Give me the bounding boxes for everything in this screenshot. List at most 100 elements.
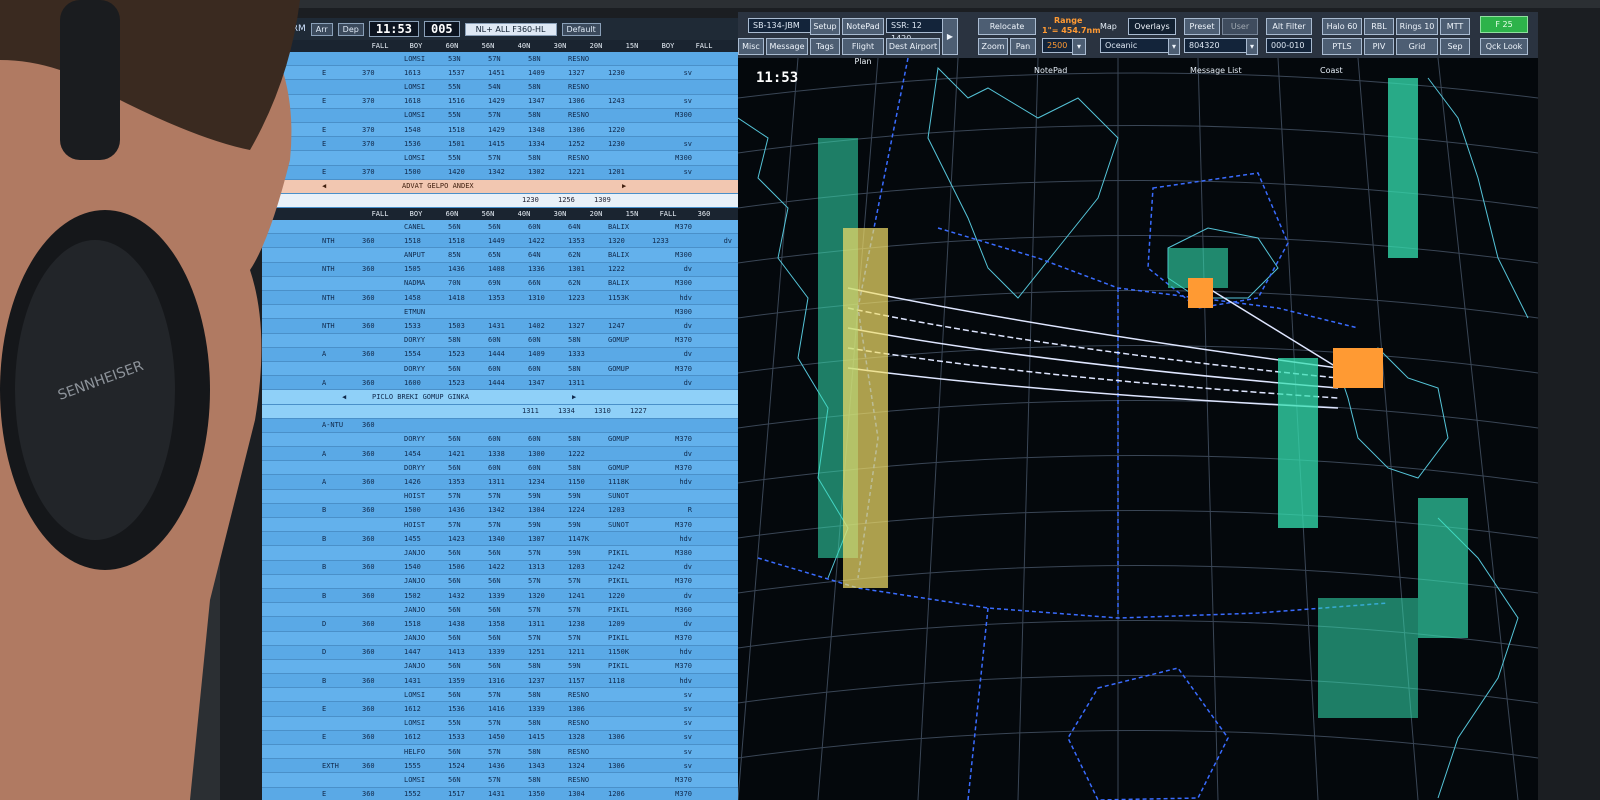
range-dropdown-icon[interactable]: ▾ (1072, 38, 1086, 55)
flight-strip-row[interactable]: B 360 1455 1423 1340 1307 1147K hdv (262, 532, 738, 547)
oceanic-map[interactable] (738, 58, 1538, 800)
flight-strip-row[interactable]: JANJO 56N 56N 57N 59N PIKIL M380 (262, 546, 738, 561)
flight-strip-row[interactable]: DORYY 56N 60N 60N 58N GOMUP M370 (262, 461, 738, 476)
piv-button[interactable]: PIV (1364, 38, 1394, 55)
flight-plan-button[interactable]: Flight Plan (842, 38, 884, 66)
expand-arrow-icon[interactable]: ▶ (942, 18, 958, 55)
tags-button[interactable]: Tags (810, 38, 840, 55)
overlays-button[interactable]: Overlays (1128, 18, 1176, 35)
strip-cell: 69N (488, 279, 501, 288)
flight-strip-row[interactable]: HELFO 56N 57N 58N RESNO sv (262, 745, 738, 760)
flight-strip-row[interactable]: A 360 1426 1353 1311 1234 1150 1118K hdv (262, 475, 738, 490)
strip-cell: 1436 (448, 265, 465, 274)
flight-strip-row[interactable]: E 360 1612 1536 1416 1339 1306 sv (262, 702, 738, 717)
flight-strip-row[interactable]: EXTH 360 1555 1524 1436 1343 1324 1306 sv (262, 759, 738, 774)
flight-strip-row[interactable]: A 360 1554 1523 1444 1409 1333 dv (262, 348, 738, 362)
zoom-button[interactable]: Zoom (978, 38, 1008, 55)
message-button[interactable]: Message (766, 38, 808, 55)
flight-strip-row[interactable]: NADMA 70N 69N 66N 62N BALIX M300 (262, 276, 738, 291)
flight-strip-row[interactable]: DORYY 58N 60N 60N 58N GOMUP M370 (262, 333, 738, 348)
flight-strip-row[interactable]: B 360 1540 1506 1422 1313 1203 1242 dv (262, 561, 738, 575)
strip-cell: 1339 (488, 648, 505, 657)
flight-strip-row[interactable]: JANJO 56N 56N 57N 57N PIKIL M370 (262, 574, 738, 589)
flight-strip-row[interactable]: JANJO 56N 56N 58N 59N PIKIL M370 (262, 659, 738, 675)
flight-strip-row[interactable]: A-NTU 360 (262, 419, 738, 433)
flight-strip-row[interactable]: CANEL 56N 56N 60N 64N BALIX M370 (262, 220, 738, 235)
grid-button[interactable]: Grid (1396, 38, 1438, 55)
flight-strip-row[interactable]: E 370 1613 1537 1451 1409 1327 1230 sv (262, 66, 738, 81)
flight-strip-row[interactable]: E 360 1612 1533 1450 1415 1328 1306 sv (262, 731, 738, 745)
rings-button[interactable]: Rings 10 (1396, 18, 1438, 35)
notepad-pane-title[interactable]: NotePad (1034, 66, 1067, 75)
flight-strip-row[interactable]: JANJO 56N 56N 57N 57N PIKIL M370 (262, 631, 738, 646)
flight-strip-row[interactable]: E 370 1618 1516 1429 1347 1306 1243 sv (262, 94, 738, 109)
strip-cell: 1516 (448, 97, 465, 106)
setup-button[interactable]: Setup (810, 18, 840, 35)
active-toggle-button[interactable]: F 25 (1480, 16, 1528, 33)
term-checkbox[interactable]: ✔ (268, 24, 276, 34)
flight-strip-row[interactable]: LOMSI 55N 57N 58N RESNO M300 (262, 109, 738, 123)
selected-strip[interactable]: ◀ PICLO BREKI GOMUP GINKA ▶ (262, 390, 738, 405)
sep-button[interactable]: Sep (1440, 38, 1470, 55)
flight-strip-row[interactable]: E 360 1552 1517 1431 1350 1304 1206 M370 (262, 788, 738, 800)
flight-strip-row[interactable]: ANPUT 85N 65N 64N 62N BALIX M300 (262, 248, 738, 263)
flight-strip-row[interactable]: B 360 1431 1359 1316 1237 1157 1118 hdv (262, 674, 738, 689)
flight-strip-row[interactable]: E 370 1500 1420 1342 1302 1221 1201 sv (262, 166, 738, 180)
flight-strip-row[interactable]: ETMUN M300 (262, 305, 738, 320)
halo-button[interactable]: Halo 60 (1322, 18, 1362, 35)
user-button[interactable]: User (1222, 18, 1258, 35)
flight-strip-row[interactable]: LOMSI 55N 57N 58N RESNO M300 (262, 151, 738, 166)
flight-strip-row[interactable]: NTH 360 1533 1503 1431 1402 1327 1247 dv (262, 319, 738, 334)
flight-strip-row[interactable]: A 360 1454 1421 1338 1300 1222 dv (262, 447, 738, 462)
flight-strip-row[interactable]: A 360 1600 1523 1444 1347 1311 dv (262, 376, 738, 391)
map-select[interactable]: Oceanic (1100, 38, 1172, 53)
flight-strip-row[interactable]: DORYY 56N 60N 60N 58N GOMUP M370 (262, 432, 738, 448)
ptls-button[interactable]: PTLS (1322, 38, 1362, 55)
flight-strip-row[interactable]: JANJO 56N 56N 57N 57N PIKIL M360 (262, 603, 738, 618)
flight-strip-row[interactable]: LOMSI 55N 54N 58N RESNO (262, 80, 738, 95)
relocate-button[interactable]: Relocate (978, 18, 1036, 35)
strip-cell: 58N (528, 82, 541, 91)
strip-column-header: 30N (553, 210, 567, 219)
alt-range-field[interactable]: 000-010 (1266, 38, 1312, 53)
rbl-button[interactable]: RBL (1364, 18, 1394, 35)
default-button[interactable]: Default (561, 22, 601, 36)
coast-pane-title[interactable]: Coast (1320, 66, 1343, 75)
preset-button[interactable]: Preset (1184, 18, 1220, 35)
qck-look-button[interactable]: Qck Look (1480, 38, 1528, 55)
flight-strip-row[interactable]: B 360 1500 1436 1342 1304 1224 1203 R (262, 504, 738, 518)
flight-strip-row[interactable]: E 370 1548 1518 1429 1348 1306 1220 (262, 122, 738, 138)
sector-field[interactable]: SB-134-JBM (748, 18, 816, 33)
strip-cell: 1415 (528, 733, 545, 742)
mtt-button[interactable]: MTT (1440, 18, 1470, 35)
alt-filter-button[interactable]: Alt Filter (1266, 18, 1312, 35)
preset-dropdown-icon[interactable]: ▾ (1246, 38, 1258, 55)
flight-strip-row[interactable]: LOMSI 55N 57N 58N RESNO sv (262, 716, 738, 731)
pan-button[interactable]: Pan (1010, 38, 1036, 55)
flight-strip-row[interactable]: HOIST 57N 57N 59N 59N SUNOT (262, 489, 738, 504)
range-field[interactable]: 2500 (1042, 38, 1076, 53)
flight-strip-row[interactable]: LOMSI 56N 57N 58N RESNO sv (262, 688, 738, 703)
flight-strip-row[interactable]: NTH 360 1518 1518 1449 1422 1353 1320 1233 dv (262, 234, 738, 249)
dest-airport-button[interactable]: Dest Airport (886, 38, 940, 55)
map-dropdown-icon[interactable]: ▾ (1168, 38, 1180, 55)
notepad-button[interactable]: NotePad (842, 18, 884, 35)
highlighted-strip[interactable]: ◀ ADVAT GELPO ANDEX ▶ (262, 179, 738, 194)
dep-button[interactable]: Dep (337, 22, 364, 36)
flight-strip-row[interactable]: LOMSI 56N 57N 58N RESNO M370 (262, 773, 738, 788)
strip-filter-field[interactable]: NL+ ALL F360-HL (464, 22, 557, 36)
strip-cell: 57N (568, 577, 581, 586)
message-list-pane-title[interactable]: Message List (1190, 66, 1242, 75)
flight-strip-row[interactable]: D 360 1518 1438 1358 1311 1238 1209 dv (262, 617, 738, 632)
flight-strip-row[interactable]: E 370 1536 1501 1415 1334 1252 1230 sv (262, 137, 738, 152)
flight-strip-row[interactable]: HOIST 57N 57N 59N 59N SUNOT M370 (262, 518, 738, 533)
flight-strip-row[interactable]: B 360 1502 1432 1339 1320 1241 1220 dv (262, 589, 738, 604)
flight-strip-row[interactable]: NTH 360 1505 1436 1408 1336 1301 1222 dv (262, 263, 738, 277)
flight-strip-row[interactable]: LOMSI 53N 57N 58N RESNO (262, 52, 738, 67)
flight-strip-row[interactable]: NTH 360 1458 1418 1353 1310 1223 1153K hdv (262, 291, 738, 306)
arr-button[interactable]: Arr (310, 22, 333, 36)
preset-field[interactable]: 804320 (1184, 38, 1252, 53)
flight-strip-row[interactable]: D 360 1447 1413 1339 1251 1211 1150K hdv (262, 646, 738, 660)
misc-button[interactable]: Misc (738, 38, 764, 55)
flight-strip-row[interactable]: DORYY 56N 60N 60N 58N GOMUP M370 (262, 361, 738, 377)
